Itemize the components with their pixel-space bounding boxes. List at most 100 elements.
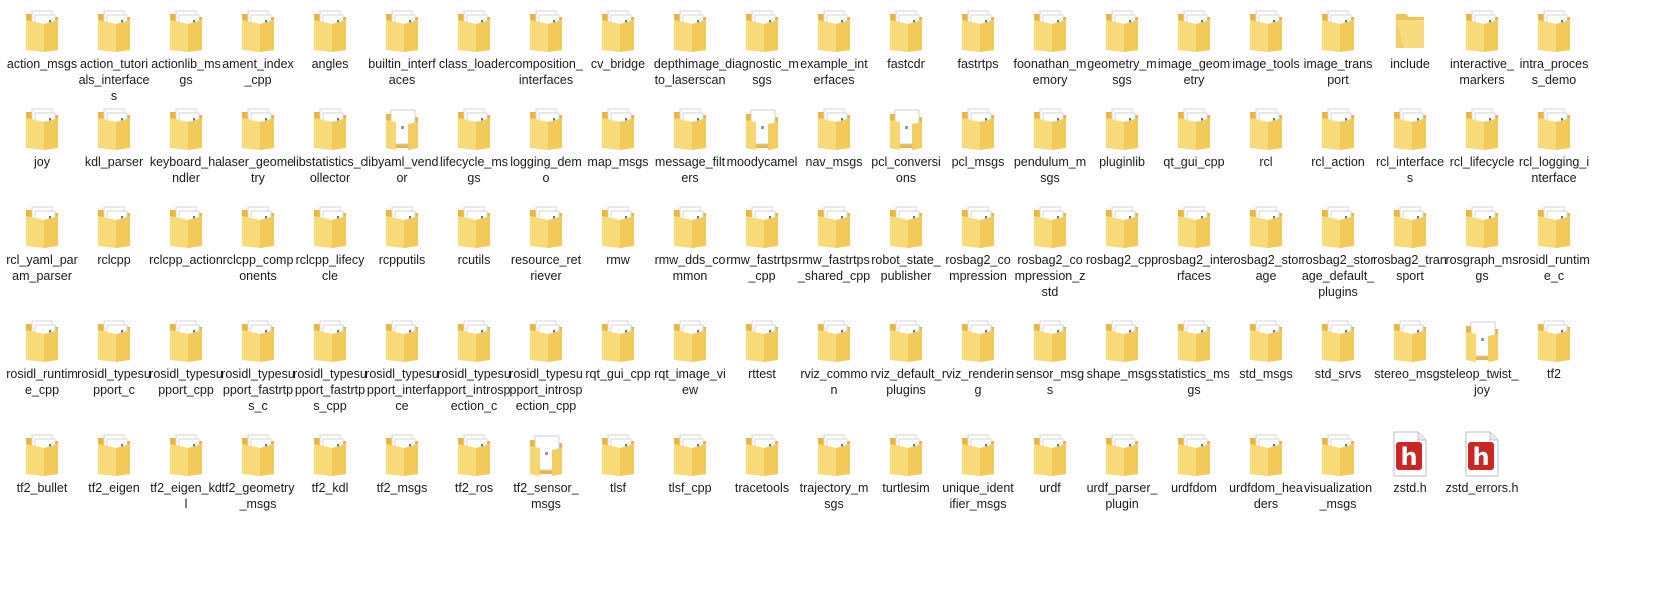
folder-item[interactable]: rviz_default_plugins bbox=[870, 316, 942, 398]
folder-item[interactable]: rcutils bbox=[438, 202, 510, 268]
folder-item[interactable]: pluginlib bbox=[1086, 104, 1158, 170]
folder-item[interactable]: image_tools bbox=[1230, 6, 1302, 72]
folder-item[interactable]: robot_state_publisher bbox=[870, 202, 942, 284]
folder-item[interactable]: rosbag2_interfaces bbox=[1158, 202, 1230, 284]
folder-item[interactable]: nav_msgs bbox=[798, 104, 870, 170]
folder-item[interactable]: interactive_markers bbox=[1446, 6, 1518, 88]
folder-item[interactable]: image_geometry bbox=[1158, 6, 1230, 88]
folder-item[interactable]: class_loader bbox=[438, 6, 510, 72]
folder-item[interactable]: tf2_geometry_msgs bbox=[222, 430, 294, 512]
folder-item[interactable]: rosbag2_compression_zstd bbox=[1014, 202, 1086, 300]
folder-item[interactable]: rosbag2_storage bbox=[1230, 202, 1302, 284]
folder-item[interactable]: statistics_msgs bbox=[1158, 316, 1230, 398]
folder-item[interactable]: rosidl_runtime_cpp bbox=[6, 316, 78, 398]
folder-item[interactable]: intra_process_demo bbox=[1518, 6, 1590, 88]
folder-item[interactable]: cv_bridge bbox=[582, 6, 654, 72]
folder-item[interactable]: rosidl_typesupport_cpp bbox=[149, 316, 223, 398]
folder-item[interactable]: tf2_sensor_msgs bbox=[510, 430, 582, 512]
folder-item[interactable]: action_tutorials_interfaces bbox=[78, 6, 150, 104]
file-item[interactable]: h zstd_errors.h bbox=[1446, 430, 1518, 496]
folder-item[interactable]: moodycamel bbox=[726, 104, 798, 170]
folder-item[interactable]: urdf_parser_plugin bbox=[1086, 430, 1158, 512]
folder-item[interactable]: composition_interfaces bbox=[509, 6, 583, 88]
folder-item[interactable]: rviz_common bbox=[798, 316, 870, 398]
folder-item[interactable]: joy bbox=[6, 104, 78, 170]
folder-item[interactable]: rviz_rendering bbox=[942, 316, 1014, 398]
folder-item[interactable]: rosidl_typesupport_fastrtps_cpp bbox=[293, 316, 367, 414]
folder-item[interactable]: rosidl_typesupport_c bbox=[77, 316, 151, 398]
folder-item[interactable]: pcl_msgs bbox=[942, 104, 1014, 170]
folder-item[interactable]: tlsf_cpp bbox=[654, 430, 726, 496]
folder-item[interactable]: tf2_bullet bbox=[6, 430, 78, 496]
folder-item[interactable]: keyboard_handler bbox=[150, 104, 222, 186]
folder-item[interactable]: rcpputils bbox=[366, 202, 438, 268]
folder-item[interactable]: diagnostic_msgs bbox=[725, 6, 799, 88]
folder-item[interactable]: rcl_logging_interface bbox=[1518, 104, 1590, 186]
folder-item[interactable]: tf2_eigen_kdl bbox=[150, 430, 222, 512]
folder-item[interactable]: rqt_image_view bbox=[654, 316, 726, 398]
folder-item[interactable]: rclcpp bbox=[78, 202, 150, 268]
folder-item[interactable]: sensor_msgs bbox=[1014, 316, 1086, 398]
folder-item[interactable]: include bbox=[1374, 6, 1446, 72]
folder-item[interactable]: turtlesim bbox=[870, 430, 942, 496]
folder-item[interactable]: teleop_twist_joy bbox=[1446, 316, 1518, 398]
folder-item[interactable]: fastcdr bbox=[870, 6, 942, 72]
folder-item[interactable]: rcl_lifecycle bbox=[1446, 104, 1518, 170]
folder-item[interactable]: rosidl_runtime_c bbox=[1518, 202, 1590, 284]
folder-item[interactable]: tf2 bbox=[1518, 316, 1590, 382]
folder-item[interactable]: laser_geometry bbox=[222, 104, 294, 186]
folder-item[interactable]: rclcpp_components bbox=[222, 202, 294, 284]
folder-item[interactable]: rcl bbox=[1230, 104, 1302, 170]
folder-item[interactable]: rclcpp_lifecycle bbox=[294, 202, 366, 284]
folder-item[interactable]: pendulum_msgs bbox=[1014, 104, 1086, 186]
file-item[interactable]: h zstd.h bbox=[1374, 430, 1446, 496]
folder-item[interactable]: rosbag2_compression bbox=[942, 202, 1014, 284]
folder-item[interactable]: shape_msgs bbox=[1086, 316, 1158, 382]
folder-item[interactable]: lifecycle_msgs bbox=[438, 104, 510, 186]
folder-item[interactable]: resource_retriever bbox=[510, 202, 582, 284]
folder-item[interactable]: std_srvs bbox=[1302, 316, 1374, 382]
folder-item[interactable]: tracetools bbox=[726, 430, 798, 496]
folder-item[interactable]: geometry_msgs bbox=[1086, 6, 1158, 88]
folder-item[interactable]: urdfdom_headers bbox=[1229, 430, 1303, 512]
folder-item[interactable]: unique_identifier_msgs bbox=[942, 430, 1014, 512]
folder-item[interactable]: depthimage_to_laserscan bbox=[654, 6, 726, 88]
folder-item[interactable]: urdf bbox=[1014, 430, 1086, 496]
folder-item[interactable]: rcl_interfaces bbox=[1374, 104, 1446, 186]
folder-item[interactable]: fastrtps bbox=[942, 6, 1014, 72]
folder-item[interactable]: rosbag2_transport bbox=[1373, 202, 1447, 284]
folder-item[interactable]: example_interfaces bbox=[798, 6, 870, 88]
folder-item[interactable]: libyaml_vendor bbox=[366, 104, 438, 186]
folder-item[interactable]: rmw_dds_common bbox=[654, 202, 726, 284]
folder-item[interactable]: kdl_parser bbox=[78, 104, 150, 170]
folder-item[interactable]: visualization_msgs bbox=[1302, 430, 1374, 512]
folder-item[interactable]: rosbag2_storage_default_plugins bbox=[1302, 202, 1374, 300]
folder-item[interactable]: rosbag2_cpp bbox=[1086, 202, 1158, 268]
folder-item[interactable]: tf2_eigen bbox=[78, 430, 150, 496]
folder-item[interactable]: tf2_kdl bbox=[294, 430, 366, 496]
folder-item[interactable]: foonathan_memory bbox=[1014, 6, 1086, 88]
folder-item[interactable]: trajectory_msgs bbox=[798, 430, 870, 512]
folder-item[interactable]: rosgraph_msgs bbox=[1446, 202, 1518, 284]
folder-item[interactable]: rqt_gui_cpp bbox=[582, 316, 654, 382]
folder-item[interactable]: tf2_msgs bbox=[366, 430, 438, 496]
folder-item[interactable]: rttest bbox=[726, 316, 798, 382]
folder-item[interactable]: stereo_msgs bbox=[1374, 316, 1446, 382]
folder-item[interactable]: angles bbox=[294, 6, 366, 72]
folder-item[interactable]: rmw_fastrtps_cpp bbox=[726, 202, 798, 284]
folder-item[interactable]: action_msgs bbox=[6, 6, 78, 72]
folder-item[interactable]: rclcpp_action bbox=[149, 202, 223, 268]
folder-item[interactable]: rosidl_typesupport_fastrtps_c bbox=[221, 316, 295, 414]
folder-item[interactable]: actionlib_msgs bbox=[150, 6, 222, 88]
folder-item[interactable]: rosidl_typesupport_introspection_cpp bbox=[509, 316, 583, 414]
folder-item[interactable]: ament_index_cpp bbox=[222, 6, 294, 88]
folder-item[interactable]: libstatistics_collector bbox=[293, 104, 367, 186]
folder-item[interactable]: tf2_ros bbox=[438, 430, 510, 496]
folder-item[interactable]: builtin_interfaces bbox=[366, 6, 438, 88]
folder-item[interactable]: rcl_yaml_param_parser bbox=[6, 202, 78, 284]
folder-item[interactable]: tlsf bbox=[582, 430, 654, 496]
folder-item[interactable]: message_filters bbox=[654, 104, 726, 186]
folder-item[interactable]: rosidl_typesupport_interface bbox=[365, 316, 439, 414]
folder-item[interactable]: image_transport bbox=[1302, 6, 1374, 88]
folder-item[interactable]: qt_gui_cpp bbox=[1158, 104, 1230, 170]
